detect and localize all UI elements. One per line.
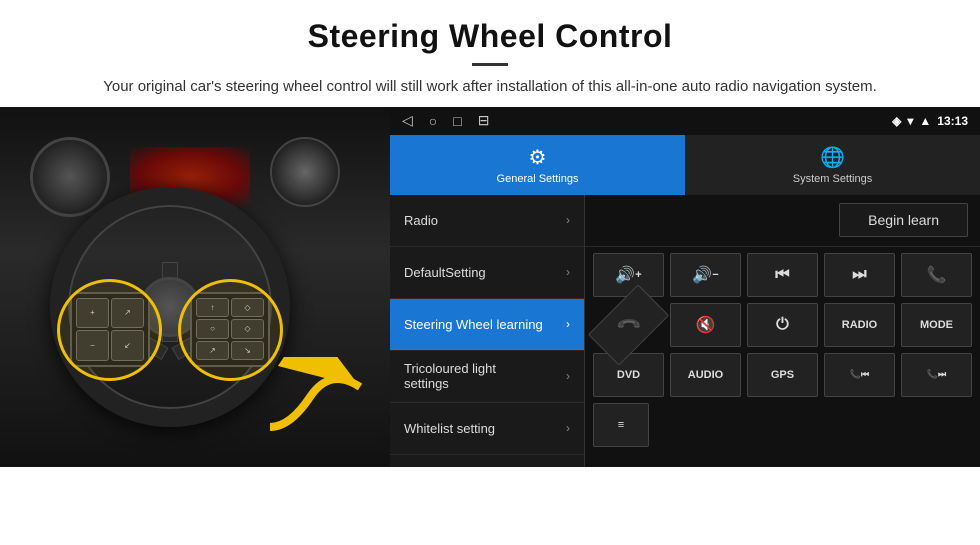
gps-icon: ◈	[892, 114, 901, 128]
sw-btn-call: ↙	[111, 330, 144, 361]
btn-next-track[interactable]: ⏭	[824, 253, 895, 297]
steering-wheel: + ↗ − ↙ ↑ ◇ ○ ◇ ↗ ↘	[50, 187, 290, 427]
signal-icon: ▲	[919, 114, 931, 128]
sw-btn-r5: ↗	[196, 341, 229, 361]
settings-menu: Radio › DefaultSetting › Steering Wheel …	[390, 195, 585, 467]
status-bar-info: ◈ ▾ ▲ 13:13	[892, 114, 968, 128]
status-bar-nav: ◁ ○ □ ⊟	[402, 112, 489, 129]
btn-power[interactable]: ⏻	[747, 303, 818, 347]
system-settings-icon: 🌐	[820, 145, 845, 170]
title-divider	[472, 63, 508, 66]
menu-tricoloured-chevron: ›	[566, 369, 570, 383]
btn-vol-up[interactable]: 🔊+	[593, 253, 664, 297]
page-title: Steering Wheel Control	[60, 18, 920, 55]
btn-cluster-left: + ↗ − ↙	[70, 292, 150, 367]
btn-call-next[interactable]: 📞⏭	[901, 353, 972, 397]
tab-system-label: System Settings	[793, 173, 872, 185]
menu-radio-label: Radio	[404, 213, 438, 228]
btn-dvd[interactable]: DVD	[593, 353, 664, 397]
settings-right: Begin learn 🔊+ 🔊− ⏮ ⏭ 📞 📞 🔇 ⏻	[585, 195, 980, 467]
btn-vol-down[interactable]: 🔊−	[670, 253, 741, 297]
tab-general-settings[interactable]: ⚙ General Settings	[390, 135, 685, 195]
nav-menu-icon[interactable]: ⊟	[478, 112, 490, 129]
tab-general-label: General Settings	[497, 173, 579, 185]
menu-whitelist-chevron: ›	[566, 421, 570, 435]
sw-btn-r2: ◇	[231, 298, 264, 318]
btn-radio[interactable]: RADIO	[824, 303, 895, 347]
menu-radio-chevron: ›	[566, 213, 570, 227]
tab-system-settings[interactable]: 🌐 System Settings	[685, 135, 980, 195]
page-header: Steering Wheel Control Your original car…	[0, 0, 980, 107]
btn-mute[interactable]: 🔇	[670, 303, 741, 347]
menu-item-tricoloured[interactable]: Tricoloured lightsettings ›	[390, 351, 584, 403]
sw-btn-r1: ↑	[196, 298, 229, 318]
menu-tricoloured-row: Tricoloured lightsettings ›	[404, 361, 570, 391]
clock: 13:13	[937, 114, 968, 128]
tab-bar: ⚙ General Settings 🌐 System Settings	[390, 135, 980, 195]
btn-row-4: ≡	[593, 403, 972, 447]
arrow-icon	[260, 357, 380, 447]
sw-btn-r3: ○	[196, 319, 229, 339]
btn-call-answer[interactable]: 📞	[901, 253, 972, 297]
status-bar: ◁ ○ □ ⊟ ◈ ▾ ▲ 13:13	[390, 107, 980, 135]
settings-content: Radio › DefaultSetting › Steering Wheel …	[390, 195, 980, 467]
btn-call-prev[interactable]: 📞⏮	[824, 353, 895, 397]
page-subtitle: Your original car's steering wheel contr…	[60, 76, 920, 99]
arrow-container	[260, 357, 380, 447]
btn-row-2: 📞 🔇 ⏻ RADIO MODE	[593, 303, 972, 347]
btn-mode[interactable]: MODE	[901, 303, 972, 347]
nav-back-icon[interactable]: ◁	[402, 112, 413, 129]
sw-btn-vol-up: +	[76, 298, 109, 329]
nav-recent-icon[interactable]: □	[453, 113, 461, 129]
sw-btn-mode: ↗	[111, 298, 144, 329]
menu-default-chevron: ›	[566, 265, 570, 279]
btn-prev-track[interactable]: ⏮	[747, 253, 818, 297]
menu-item-steering-wheel[interactable]: Steering Wheel learning ›	[390, 299, 584, 351]
menu-default-label: DefaultSetting	[404, 265, 486, 280]
wifi-icon: ▾	[907, 114, 913, 128]
begin-learn-button[interactable]: Begin learn	[839, 203, 968, 237]
main-content: + ↗ − ↙ ↑ ◇ ○ ◇ ↗ ↘	[0, 107, 980, 467]
menu-item-radio[interactable]: Radio ›	[390, 195, 584, 247]
menu-item-default-setting[interactable]: DefaultSetting ›	[390, 247, 584, 299]
menu-item-whitelist[interactable]: Whitelist setting ›	[390, 403, 584, 455]
sw-btn-r4: ◇	[231, 319, 264, 339]
btn-extra[interactable]: ≡	[593, 403, 649, 447]
android-screen: ◁ ○ □ ⊟ ◈ ▾ ▲ 13:13 ⚙ General Settings 🌐…	[390, 107, 980, 467]
car-image-area: + ↗ − ↙ ↑ ◇ ○ ◇ ↗ ↘	[0, 107, 390, 467]
sw-btn-vol-down: −	[76, 330, 109, 361]
menu-tricoloured-label: Tricoloured lightsettings	[404, 361, 496, 391]
btn-row-3: DVD AUDIO GPS 📞⏮ 📞⏭	[593, 353, 972, 397]
btn-audio[interactable]: AUDIO	[670, 353, 741, 397]
btn-gps[interactable]: GPS	[747, 353, 818, 397]
menu-steering-label: Steering Wheel learning	[404, 317, 543, 332]
button-grid: 🔊+ 🔊− ⏮ ⏭ 📞 📞 🔇 ⏻ RADIO MODE DV	[585, 247, 980, 459]
btn-row-1: 🔊+ 🔊− ⏮ ⏭ 📞	[593, 253, 972, 297]
nav-home-icon[interactable]: ○	[429, 113, 437, 129]
btn-cluster-right: ↑ ◇ ○ ◇ ↗ ↘	[190, 292, 270, 367]
menu-steering-chevron: ›	[566, 317, 570, 331]
general-settings-icon: ⚙	[529, 145, 547, 170]
begin-learn-row: Begin learn	[585, 195, 980, 247]
menu-whitelist-label: Whitelist setting	[404, 421, 495, 436]
